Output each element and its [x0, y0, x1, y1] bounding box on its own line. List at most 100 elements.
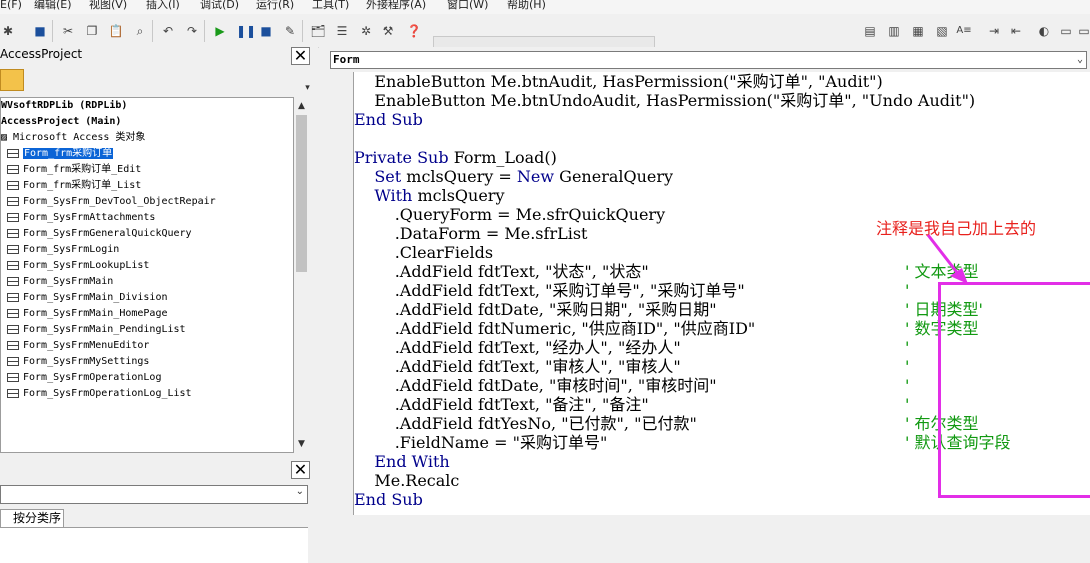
tree-item[interactable]: Form_SysFrmGeneralQuickQuery — [1, 226, 192, 242]
object-select[interactable]: Form ⌄ — [330, 51, 1087, 69]
tree-item-label: Form_SysFrmAttachments — [23, 212, 156, 223]
tree-category-label: Microsoft Access 类对象 — [13, 132, 146, 143]
tree-item-label: Form_SysFrmMain — [23, 276, 114, 287]
margin-indicator-bar[interactable] — [330, 72, 354, 515]
toolbar-separator — [302, 20, 303, 42]
undo-icon[interactable]: ↶ — [160, 23, 176, 39]
form-icon — [7, 164, 19, 174]
chevron-down-icon: ⌄ — [1076, 54, 1083, 65]
tree-item[interactable]: Form_SysFrmLogin — [1, 242, 119, 258]
form-icon — [7, 148, 19, 158]
toggle-folders-icon[interactable] — [0, 69, 24, 91]
chevron-down-icon: ⌄ — [295, 486, 304, 497]
tree-item[interactable]: Form_SysFrmLookupList — [1, 258, 149, 274]
menu-item[interactable]: 窗口(W) — [447, 0, 488, 11]
break-icon[interactable]: ❚❚ — [236, 23, 256, 39]
toolbar-separator — [52, 20, 53, 42]
form-icon — [7, 276, 19, 286]
tree-category[interactable]: ▨ Microsoft Access 类对象 — [1, 130, 145, 146]
copy-icon[interactable]: ❐ — [84, 23, 100, 39]
tree-item-label: Form_SysFrmMenuEditor — [23, 340, 150, 351]
redo-icon[interactable]: ↷ — [184, 23, 200, 39]
tree-item[interactable]: Form_frm采购订单_List — [1, 178, 141, 194]
tree-scrollbar[interactable]: ▲ ▼ — [294, 97, 309, 453]
help-icon[interactable]: ❓ — [406, 23, 422, 39]
menu-item[interactable]: 编辑(E) — [34, 0, 72, 11]
code-editor[interactable]: EnableButton Me.btnAudit, HasPermission(… — [354, 72, 1090, 515]
properties-grid — [0, 527, 308, 563]
tree-item[interactable]: Form_SysFrm_DevTool_ObjectRepair — [1, 194, 216, 210]
menu-item[interactable]: 帮助(H) — [507, 0, 546, 11]
design-mode-icon[interactable]: ✎ — [282, 23, 298, 39]
form-icon — [7, 372, 19, 382]
toolbar-separator — [152, 20, 153, 42]
menu-item[interactable]: 工具(T) — [312, 0, 349, 11]
toolbox-icon[interactable]: ⚒ — [380, 23, 396, 39]
menu-item[interactable]: 外接程序(A) — [366, 0, 426, 11]
tree-item[interactable]: Form_SysFrmMenuEditor — [1, 338, 149, 354]
project-tree[interactable]: WVsoftRDPLib (RDPLib) AccessProject (Mai… — [0, 97, 294, 453]
run-icon[interactable]: ▶ — [212, 23, 228, 39]
menu-item[interactable]: 视图(V) — [89, 0, 127, 11]
tree-item[interactable]: Form_SysFrmOperationLog — [1, 370, 161, 386]
form-icon — [7, 260, 19, 270]
properties-window-icon[interactable]: ☰ — [334, 23, 350, 39]
menu-item[interactable]: E(F) — [0, 0, 22, 11]
form-icon — [7, 388, 19, 398]
tree-item[interactable]: Form_SysFrmMain — [1, 274, 113, 290]
menu-item[interactable]: 运行(R) — [256, 0, 294, 11]
uncomment-block-icon[interactable]: ▭ — [1076, 23, 1090, 39]
scroll-up-icon[interactable]: ▲ — [294, 99, 309, 113]
tree-access-project[interactable]: AccessProject (Main) — [1, 114, 121, 130]
form-icon — [7, 196, 19, 206]
tree-root[interactable]: WVsoftRDPLib (RDPLib) — [1, 98, 127, 114]
find-icon[interactable]: ⌕ — [132, 23, 148, 39]
form-icon — [7, 244, 19, 254]
menu-item[interactable]: 调试(D) — [200, 0, 239, 11]
tree-item[interactable]: Form_frm采购订单_Edit — [1, 162, 141, 178]
project-explorer-title: AccessProject — [0, 47, 83, 61]
tree-item-label: Form_SysFrmLookupList — [23, 260, 150, 271]
project-explorer-icon[interactable]: 🗂 — [310, 23, 326, 39]
tree-item[interactable]: Form_SysFrmOperationLog_List — [1, 386, 192, 402]
tree-item[interactable]: Form_SysFrmMain_Division — [1, 290, 168, 306]
paste-icon[interactable]: 📋 — [108, 23, 124, 39]
list-constants-icon[interactable]: ▥ — [886, 23, 902, 39]
toggle-breakpoint-icon[interactable]: ◐ — [1036, 23, 1052, 39]
close-icon[interactable]: ✕ — [291, 47, 310, 65]
toolbar-separator — [204, 20, 205, 42]
insert-module-icon[interactable]: ✱ — [0, 23, 16, 39]
save-icon[interactable]: ■ — [32, 23, 48, 39]
reset-icon[interactable]: ■ — [258, 23, 274, 39]
tree-item[interactable]: Form_SysFrmMySettings — [1, 354, 149, 370]
object-browser-icon[interactable]: ✲ — [358, 23, 374, 39]
form-icon — [7, 308, 19, 318]
chevron-down-icon: ▾ — [305, 83, 310, 93]
parameter-info-icon[interactable]: ▧ — [934, 23, 950, 39]
tab-categorized[interactable]: 按分类序 — [0, 509, 64, 527]
tree-item[interactable]: Form_SysFrmMain_HomePage — [1, 306, 168, 322]
tree-item[interactable]: Form_SysFrmAttachments — [1, 210, 155, 226]
tree-item-label: Form_SysFrmOperationLog_List — [23, 388, 192, 399]
complete-word-icon[interactable]: A≡ — [956, 23, 972, 39]
scroll-thumb[interactable] — [296, 115, 307, 272]
list-properties-icon[interactable]: ▤ — [862, 23, 878, 39]
outdent-icon[interactable]: ⇤ — [1008, 23, 1024, 39]
comment-block-icon[interactable]: ▭ — [1058, 23, 1074, 39]
tree-item[interactable]: Form_SysFrmMain_PendingList — [1, 322, 186, 338]
tree-item[interactable]: Form_frm采购订单 — [1, 146, 114, 162]
tree-item-label: Form_SysFrmMain_HomePage — [23, 308, 168, 319]
toolbar-chevron[interactable]: ▾ — [300, 69, 315, 95]
cut-icon[interactable]: ✂ — [60, 23, 76, 39]
properties-close-icon[interactable]: ✕ — [291, 461, 310, 479]
tree-item-label: Form_SysFrmMain_PendingList — [23, 324, 186, 335]
tree-item-label: Form_frm采购订单_List — [23, 180, 142, 191]
form-icon — [7, 356, 19, 366]
tree-item-label: Form_SysFrmOperationLog — [23, 372, 162, 383]
tree-item-label: Form_frm采购订单 — [23, 148, 114, 159]
scroll-down-icon[interactable]: ▼ — [294, 437, 309, 451]
properties-object-select[interactable]: ⌄ — [0, 485, 308, 504]
menu-item[interactable]: 插入(I) — [146, 0, 180, 11]
quick-info-icon[interactable]: ▦ — [910, 23, 926, 39]
indent-icon[interactable]: ⇥ — [986, 23, 1002, 39]
